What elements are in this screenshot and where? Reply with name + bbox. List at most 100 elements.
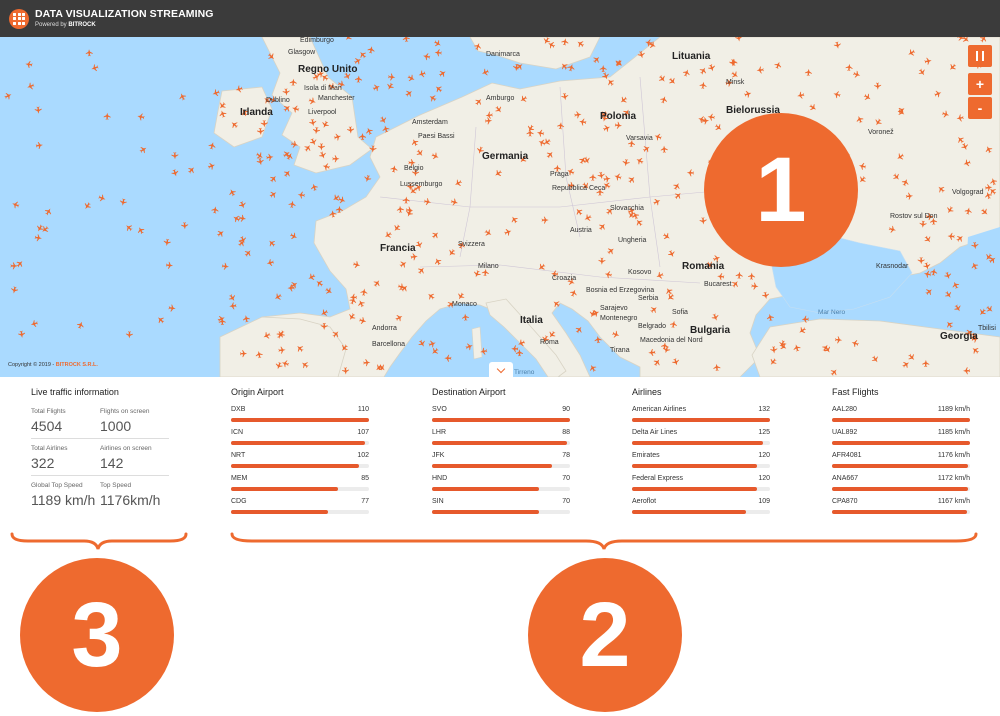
plane-icon[interactable]	[282, 168, 292, 178]
plane-icon[interactable]	[314, 278, 324, 288]
plane-icon[interactable]	[434, 49, 442, 57]
plane-icon[interactable]	[207, 161, 216, 170]
plane-icon[interactable]	[238, 214, 247, 222]
plane-icon[interactable]	[574, 325, 584, 335]
plane-icon[interactable]	[138, 145, 148, 155]
plane-icon[interactable]	[282, 149, 292, 159]
plane-icon[interactable]	[324, 286, 334, 296]
plane-icon[interactable]	[428, 93, 438, 103]
plane-icon[interactable]	[363, 174, 372, 183]
plane-icon[interactable]	[930, 268, 938, 276]
plane-icon[interactable]	[599, 65, 607, 73]
pause-button[interactable]	[968, 45, 992, 67]
plane-icon[interactable]	[103, 112, 111, 120]
plane-icon[interactable]	[238, 200, 247, 209]
plane-icon[interactable]	[434, 84, 444, 94]
plane-icon[interactable]	[404, 88, 414, 98]
plane-icon[interactable]	[26, 82, 35, 91]
plane-icon[interactable]	[592, 55, 602, 65]
plane-icon[interactable]	[358, 50, 368, 60]
plane-icon[interactable]	[76, 320, 85, 329]
plane-icon[interactable]	[588, 363, 598, 373]
plane-icon[interactable]	[511, 345, 519, 353]
plane-icon[interactable]	[402, 37, 410, 43]
plane-icon[interactable]	[367, 46, 375, 54]
plane-icon[interactable]	[216, 228, 226, 238]
plane-icon[interactable]	[923, 270, 932, 278]
plane-icon[interactable]	[181, 222, 189, 230]
zoom-in-button[interactable]: +	[968, 73, 992, 95]
plane-icon[interactable]	[273, 292, 283, 302]
plane-icon[interactable]	[165, 261, 174, 270]
plane-icon[interactable]	[44, 207, 54, 217]
plane-icon[interactable]	[422, 52, 431, 61]
plane-icon[interactable]	[288, 200, 296, 209]
plane-icon[interactable]	[15, 259, 25, 269]
plane-icon[interactable]	[766, 313, 774, 322]
plane-icon[interactable]	[428, 339, 437, 348]
plane-icon[interactable]	[228, 293, 238, 303]
plane-icon[interactable]	[34, 234, 42, 242]
plane-icon[interactable]	[208, 141, 217, 150]
plane-icon[interactable]	[417, 339, 427, 349]
plane-icon[interactable]	[221, 262, 229, 270]
plane-icon[interactable]	[211, 88, 220, 97]
plane-icon[interactable]	[266, 259, 275, 268]
plane-icon[interactable]	[268, 189, 278, 199]
plane-icon[interactable]	[35, 224, 45, 234]
plane-icon[interactable]	[256, 157, 264, 166]
plane-icon[interactable]	[465, 342, 474, 351]
plane-icon[interactable]	[11, 200, 20, 209]
plane-icon[interactable]	[10, 262, 18, 270]
plane-icon[interactable]	[10, 286, 19, 294]
plane-icon[interactable]	[124, 223, 134, 233]
plane-icon[interactable]	[25, 60, 33, 69]
plane-icon[interactable]	[266, 153, 274, 161]
plane-icon[interactable]	[944, 271, 953, 280]
plane-icon[interactable]	[289, 232, 299, 242]
plane-icon[interactable]	[481, 68, 490, 77]
plane-icon[interactable]	[211, 206, 219, 214]
plane-icon[interactable]	[30, 319, 39, 328]
zoom-out-button[interactable]: -	[968, 97, 992, 119]
collapse-panel-button[interactable]	[489, 362, 513, 378]
plane-icon[interactable]	[438, 69, 448, 79]
plane-icon[interactable]	[243, 248, 253, 258]
plane-icon[interactable]	[355, 75, 363, 83]
plane-icon[interactable]	[268, 174, 278, 184]
plane-icon[interactable]	[343, 37, 353, 42]
plane-icon[interactable]	[985, 304, 995, 314]
plane-icon[interactable]	[242, 315, 250, 323]
plane-icon[interactable]	[944, 290, 954, 300]
plane-icon[interactable]	[433, 39, 443, 49]
plane-icon[interactable]	[171, 168, 180, 177]
plane-icon[interactable]	[18, 330, 26, 338]
plane-icon[interactable]	[924, 287, 934, 297]
plane-icon[interactable]	[461, 313, 470, 321]
plane-icon[interactable]	[944, 319, 954, 329]
plane-icon[interactable]	[379, 115, 389, 125]
plane-icon[interactable]	[307, 272, 317, 282]
plane-icon[interactable]	[34, 106, 42, 114]
plane-icon[interactable]	[35, 141, 43, 150]
plane-icon[interactable]	[178, 92, 187, 101]
plane-icon[interactable]	[444, 354, 452, 362]
plane-icon[interactable]	[388, 73, 396, 81]
plane-icon[interactable]	[168, 304, 176, 312]
plane-icon[interactable]	[163, 238, 171, 246]
plane-icon[interactable]	[82, 201, 92, 211]
plane-icon[interactable]	[977, 307, 987, 317]
plane-icon[interactable]	[513, 63, 521, 72]
plane-icon[interactable]	[310, 183, 319, 192]
plane-icon[interactable]	[156, 315, 166, 325]
plane-icon[interactable]	[85, 49, 93, 57]
plane-icon[interactable]	[385, 82, 395, 92]
plane-icon[interactable]	[119, 198, 127, 206]
plane-icon[interactable]	[407, 74, 417, 83]
plane-icon[interactable]	[953, 303, 963, 313]
plane-icon[interactable]	[229, 302, 237, 310]
plane-icon[interactable]	[98, 194, 107, 203]
plane-icon[interactable]	[228, 188, 237, 197]
plane-icon[interactable]	[187, 165, 197, 175]
plane-icon[interactable]	[237, 238, 247, 248]
